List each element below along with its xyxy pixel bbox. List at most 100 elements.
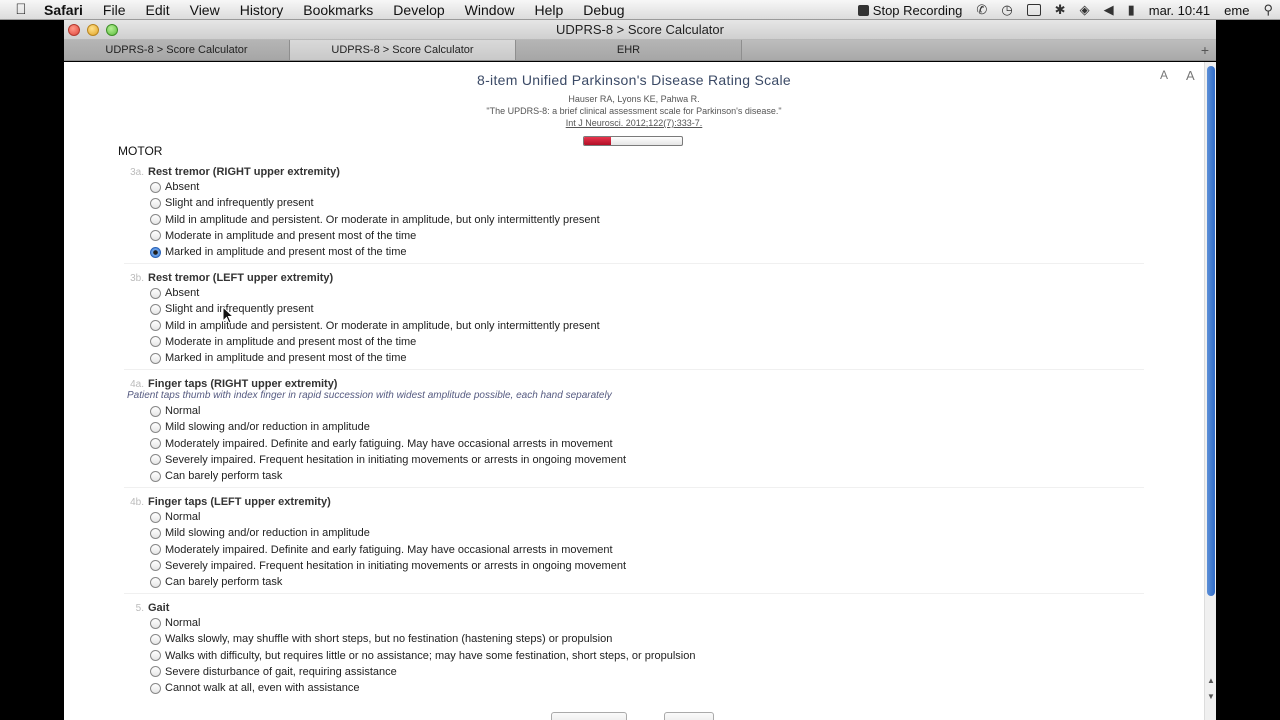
item-name: Rest tremor (LEFT upper extremity) [148,272,334,284]
tab-score-calculator-2[interactable]: UDPRS-8 > Score Calculator [290,40,516,60]
radio-button[interactable] [150,320,161,331]
radio-button[interactable] [150,405,161,417]
radio-button[interactable] [150,527,161,539]
radio-option[interactable]: Moderate in amplitude and present most o… [150,228,416,244]
page-content: A A 8-item Unified Parkinson's Disease R… [64,62,1216,720]
radio-button-selected[interactable] [150,246,161,258]
radio-button[interactable] [150,336,161,348]
radio-button[interactable] [150,214,161,225]
radio-option[interactable]: Mild slowing and/or reduction in amplitu… [150,525,370,541]
new-tab-icon[interactable]: + [1194,40,1216,60]
radio-option[interactable]: Moderate in amplitude and present most o… [150,334,416,350]
radio-button[interactable] [150,511,161,523]
radio-option[interactable]: Normal [150,509,200,525]
radio-option[interactable]: Marked in amplitude and present most of … [150,244,407,260]
radio-button[interactable] [150,454,161,466]
radio-option[interactable]: Cannot walk at all, even with assistance [150,680,359,696]
radio-button[interactable] [150,303,161,315]
apple-menu-icon[interactable]:  [0,1,34,18]
radio-button[interactable] [150,181,161,193]
next-button[interactable] [551,712,627,720]
scroll-up-icon[interactable]: ▲ [1205,676,1216,685]
menu-edit[interactable]: Edit [135,0,179,20]
menu-clock[interactable]: mar. 10:41 [1142,3,1217,18]
radio-button[interactable] [150,617,161,629]
radio-button[interactable] [150,666,161,678]
menu-bookmarks[interactable]: Bookmarks [293,0,383,20]
radio-option-label: Severely impaired. Frequent hesitation i… [165,559,627,572]
radio-option[interactable]: Severely impaired. Frequent hesitation i… [150,558,626,574]
zoom-window-icon[interactable] [106,24,118,36]
tab-ehr[interactable]: EHR [516,40,742,60]
item-name: Rest tremor (RIGHT upper extremity) [148,166,340,178]
radio-option[interactable]: Absent [150,285,199,301]
radio-button[interactable] [150,197,161,209]
radio-option[interactable]: Slight and infrequently present [150,195,314,211]
radio-button[interactable] [150,544,161,555]
item-separator [124,487,1144,488]
phone-icon[interactable]: ✆ [969,2,994,18]
menu-user[interactable]: eme [1217,3,1256,18]
tab-score-calculator-1[interactable]: UDPRS-8 > Score Calculator [64,40,290,60]
radio-button[interactable] [150,421,161,433]
radio-option-label: Walks with difficulty, but requires litt… [165,649,696,662]
menu-history[interactable]: History [230,0,294,20]
radio-option[interactable]: Absent [150,179,199,195]
radio-option[interactable]: Can barely perform task [150,468,282,484]
radio-option[interactable]: Can barely perform task [150,574,282,590]
menu-app[interactable]: Safari [34,0,93,20]
spotlight-search-icon[interactable]: ⚲ [1256,2,1280,18]
radio-option-label: Moderately impaired. Definite and early … [165,437,613,450]
window-title-bar: UDPRS-8 > Score Calculator [64,20,1216,40]
radio-option[interactable]: Normal [150,403,200,419]
radio-option[interactable]: Severely impaired. Frequent hesitation i… [150,452,626,468]
radio-button[interactable] [150,352,161,364]
menu-view[interactable]: View [180,0,230,20]
citation-authors: Hauser RA, Lyons KE, Pahwa R. [568,94,700,104]
radio-option[interactable]: Moderately impaired. Definite and early … [150,542,613,558]
menu-debug[interactable]: Debug [573,0,634,20]
time-machine-icon[interactable]: ◷ [994,2,1019,18]
radio-button[interactable] [150,650,161,661]
vertical-scrollbar[interactable]: ▲ ▼ [1204,62,1216,720]
radio-button[interactable] [150,576,161,588]
volume-icon[interactable]: ◀ [1097,2,1121,18]
stop-recording-item[interactable]: Stop Recording [851,3,970,18]
citation-journal-link[interactable]: Int J Neurosci. 2012;122(7):333-7. [566,118,703,128]
radio-button[interactable] [150,682,161,694]
secondary-button[interactable] [664,712,714,720]
radio-button[interactable] [150,438,161,449]
radio-option[interactable]: Marked in amplitude and present most of … [150,350,407,366]
radio-button[interactable] [150,287,161,299]
radio-button[interactable] [150,560,161,572]
radio-button[interactable] [150,470,161,482]
wifi-icon[interactable]: ◈ [1073,2,1097,18]
radio-option[interactable]: Walks slowly, may shuffle with short ste… [150,631,612,647]
scrollbar-thumb[interactable] [1207,66,1215,596]
window-title: UDPRS-8 > Score Calculator [556,22,724,37]
radio-option[interactable]: Severe disturbance of gait, requiring as… [150,664,397,680]
menu-window[interactable]: Window [455,0,525,20]
radio-option[interactable]: Walks with difficulty, but requires litt… [150,648,695,664]
radio-option-label: Moderate in amplitude and present most o… [165,229,417,242]
radio-option[interactable]: Mild slowing and/or reduction in amplitu… [150,419,370,435]
item-number: 3b. [130,273,144,284]
radio-option[interactable]: Normal [150,615,200,631]
radio-button[interactable] [150,633,161,645]
bluetooth-icon[interactable]: ✱ [1048,2,1073,18]
radio-option[interactable]: Mild in amplitude and persistent. Or mod… [150,212,600,228]
menu-file[interactable]: File [93,0,136,20]
close-window-icon[interactable] [68,24,80,36]
minimize-window-icon[interactable] [87,24,99,36]
radio-option[interactable]: Moderately impaired. Definite and early … [150,436,613,452]
display-icon[interactable] [1020,3,1048,18]
radio-option-label: Severe disturbance of gait, requiring as… [165,665,397,678]
radio-button[interactable] [150,230,161,242]
scroll-down-icon[interactable]: ▼ [1205,692,1216,701]
item-name: Gait [148,602,170,614]
battery-icon[interactable]: ▮ [1121,2,1142,18]
radio-option[interactable]: Mild in amplitude and persistent. Or mod… [150,318,600,334]
progress-bar [583,136,683,146]
menu-help[interactable]: Help [524,0,573,20]
menu-develop[interactable]: Develop [383,0,454,20]
